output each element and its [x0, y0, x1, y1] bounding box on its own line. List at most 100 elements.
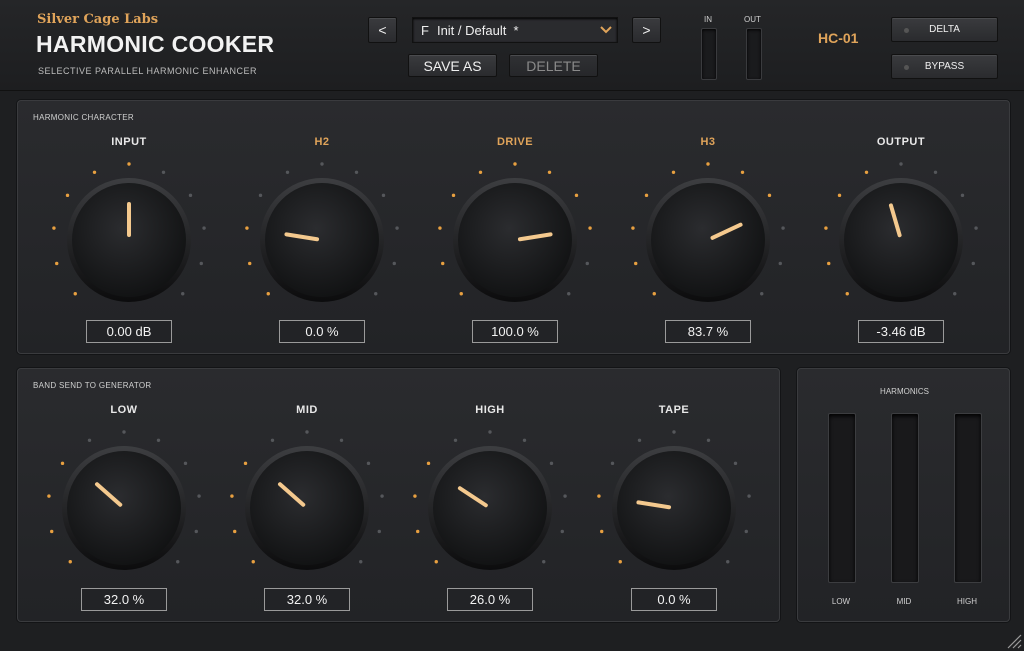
output-value-field[interactable]: -3.46 dB [858, 320, 944, 343]
scale-dot [953, 292, 957, 296]
low-value-field[interactable]: 32.0 % [81, 588, 167, 611]
scale-dot [230, 494, 234, 498]
scale-dot [974, 226, 978, 230]
prev-preset-button[interactable]: < [368, 17, 397, 43]
tape-value-field[interactable]: 0.0 % [631, 588, 717, 611]
scale-dot [513, 162, 517, 166]
scale-dot [459, 292, 463, 296]
delta-button[interactable]: DELTA [891, 17, 998, 42]
scale-dot [183, 461, 188, 466]
scale-dot [359, 560, 363, 564]
scale-dot [438, 226, 442, 230]
scale-dot [251, 560, 255, 564]
tape-knob[interactable] [589, 423, 759, 593]
scale-dot [199, 261, 203, 266]
scale-dot [245, 226, 249, 230]
scale-dot [600, 529, 604, 534]
knob-body [617, 451, 731, 565]
scale-dot [248, 261, 252, 266]
output-knob-label: OUTPUT [876, 136, 926, 148]
harmonic-label-low: LOW [831, 597, 851, 606]
scale-dot [453, 438, 458, 442]
h2-value-field[interactable]: 0.0 % [279, 320, 365, 343]
scale-dot [233, 529, 237, 534]
scale-dot [161, 170, 166, 174]
next-preset-button[interactable]: > [632, 17, 661, 43]
drive-knob-label: DRIVE [496, 136, 534, 148]
scale-dot [933, 170, 938, 174]
scale-dot [441, 261, 445, 266]
high-value-field[interactable]: 26.0 % [447, 588, 533, 611]
input-knob-label: INPUT [111, 136, 147, 148]
scale-dot [197, 494, 201, 498]
high-knob[interactable] [405, 423, 575, 593]
scale-dot [733, 461, 738, 466]
high-knob-label: HIGH [475, 404, 505, 416]
scale-dot [60, 461, 65, 466]
scale-dot [671, 170, 676, 174]
scale-dot [522, 438, 527, 442]
scale-dot [488, 430, 492, 434]
scale-dot [194, 529, 198, 534]
scale-dot [760, 292, 764, 296]
drive-knob[interactable] [430, 155, 600, 325]
scale-dot [320, 162, 324, 166]
scale-dot [549, 461, 554, 466]
panel-title: BAND SEND TO GENERATOR [33, 381, 152, 390]
scale-dot [354, 170, 359, 174]
scale-dot [176, 560, 180, 564]
harmonic-bar-low [828, 413, 856, 583]
drive-value-field[interactable]: 100.0 % [472, 320, 558, 343]
scale-dot [377, 529, 381, 534]
scale-dot [781, 226, 785, 230]
scale-dot [618, 560, 622, 564]
scale-dot [243, 461, 248, 466]
resize-grip-icon[interactable] [1004, 633, 1022, 649]
scale-dot [285, 170, 290, 174]
harmonic-label-high: HIGH [957, 597, 977, 606]
mid-knob[interactable] [222, 423, 392, 593]
knob-body [265, 183, 379, 297]
output-knob[interactable] [816, 155, 986, 325]
scale-dot [610, 461, 615, 466]
preset-selector[interactable]: F Init / Default * [412, 17, 618, 43]
bypass-label: BYPASS [924, 61, 965, 72]
harmonic-bar-mid [891, 413, 919, 583]
save-as-button[interactable]: SAVE AS [408, 54, 497, 77]
delete-button[interactable]: DELETE [509, 54, 598, 77]
input-value-field[interactable]: 0.00 dB [86, 320, 172, 343]
scale-dot [122, 430, 126, 434]
scale-dot [585, 261, 589, 266]
scale-dot [767, 193, 772, 198]
scale-dot [426, 461, 431, 466]
scale-dot [547, 170, 552, 174]
scale-dot [55, 261, 59, 266]
scale-dot [644, 193, 649, 198]
scale-dot [266, 292, 270, 296]
scale-dot [563, 494, 567, 498]
mid-value-field[interactable]: 32.0 % [264, 588, 350, 611]
scale-dot [672, 430, 676, 434]
scale-dot [188, 193, 193, 198]
scale-dot [374, 292, 378, 296]
low-knob[interactable] [39, 423, 209, 593]
scale-dot [706, 438, 711, 442]
plugin-subtitle: SELECTIVE PARALLEL HARMONIC ENHANCER [38, 66, 258, 76]
scale-dot [451, 193, 456, 198]
h3-knob[interactable] [623, 155, 793, 325]
h2-knob[interactable] [237, 155, 407, 325]
scale-dot [92, 170, 97, 174]
model-label: HC-01 [818, 30, 859, 46]
scale-dot [478, 170, 483, 174]
input-knob[interactable] [44, 155, 214, 325]
scale-dot [52, 226, 56, 230]
harmonic-bar-high [954, 413, 982, 583]
scale-dot [380, 494, 384, 498]
delta-led [904, 28, 909, 33]
scale-dot [778, 261, 782, 266]
scale-dot [588, 226, 592, 230]
bypass-led [904, 65, 909, 70]
scale-dot [73, 292, 77, 296]
h3-value-field[interactable]: 83.7 % [665, 320, 751, 343]
bypass-button[interactable]: BYPASS [891, 54, 998, 79]
